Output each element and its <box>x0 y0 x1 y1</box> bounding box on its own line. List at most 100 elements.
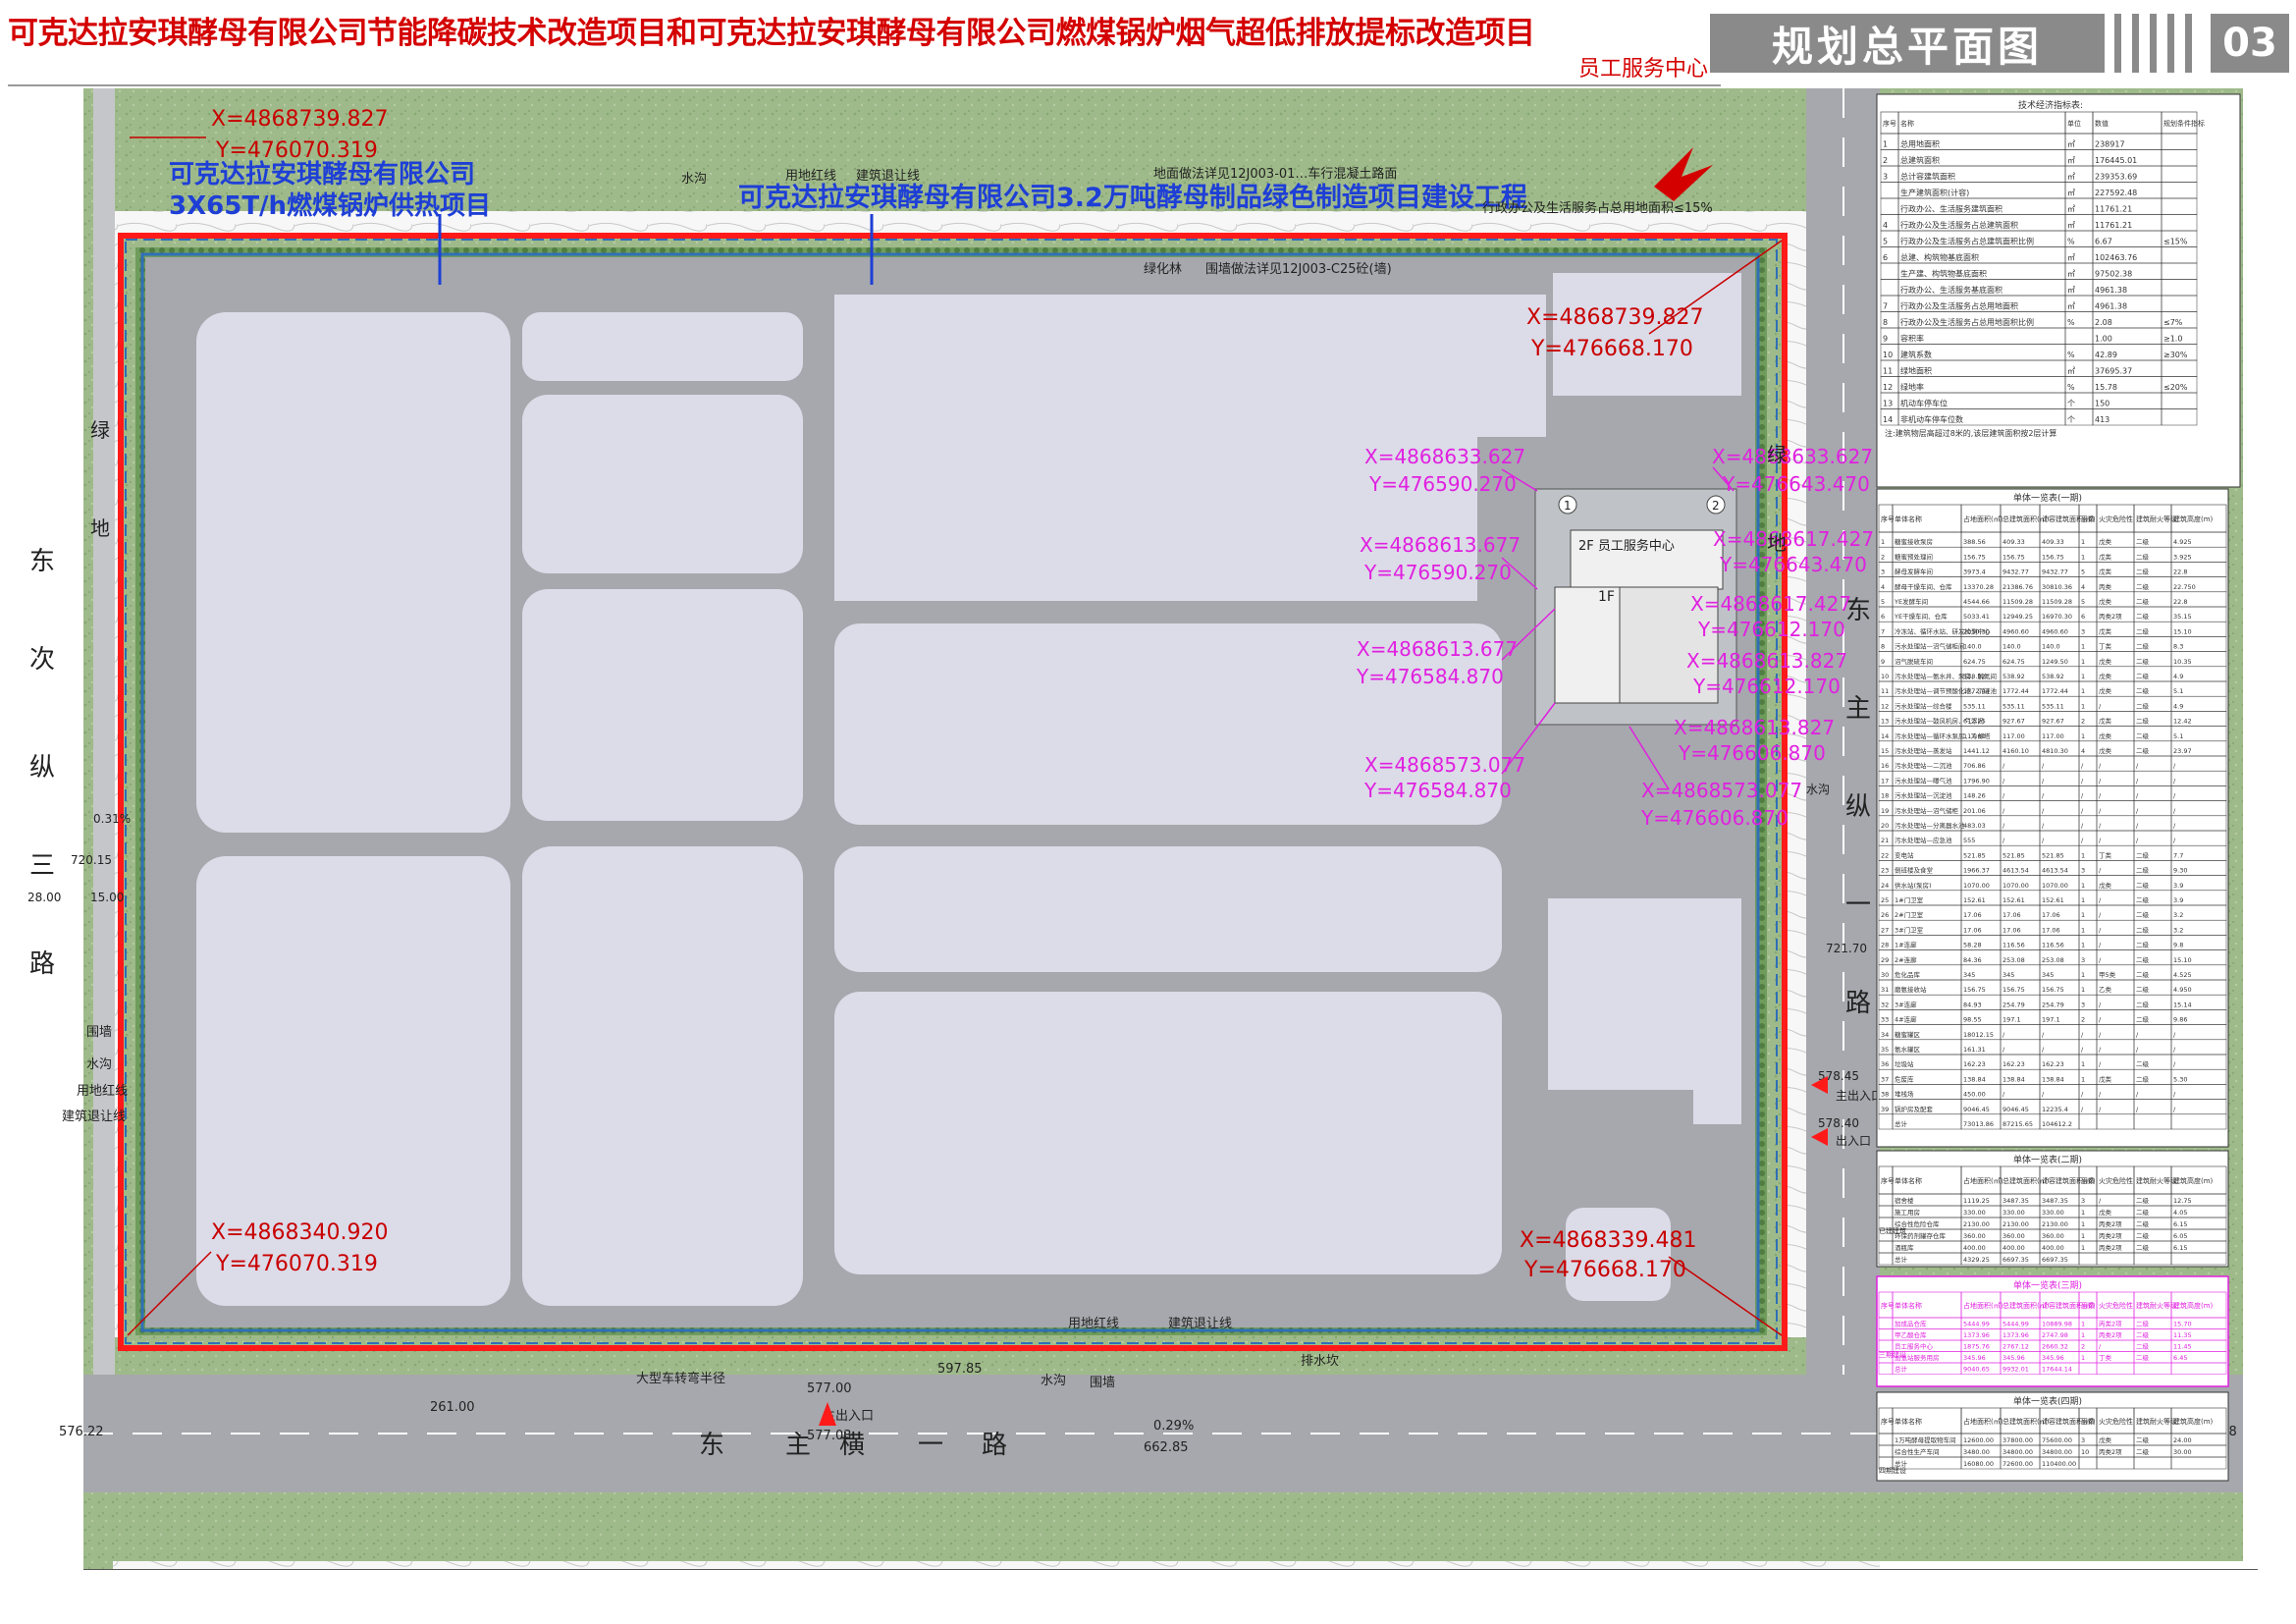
coordinate-x: X=4868339.481 <box>1520 1228 1696 1253</box>
table-value: 二级 <box>2136 582 2150 591</box>
slope-label: 0.29% <box>1153 1419 1194 1434</box>
table-value: 2 <box>1881 553 1885 561</box>
table-value: ≥1.0 <box>2163 335 2182 344</box>
table-value: 二级 <box>2136 568 2150 576</box>
table-value: 二级 <box>2136 612 2150 621</box>
table-value: 117.00 <box>2002 732 2025 740</box>
table-value: 87215.65 <box>2002 1120 2033 1128</box>
table-header: 单体名称 <box>1895 514 1922 523</box>
table-value: 706.86 <box>1963 762 1986 770</box>
table-value: 污水处理站—曝气池 <box>1895 776 1952 785</box>
table-value: 12.75 <box>2173 1197 2192 1205</box>
dimension-label: 15.00 <box>90 891 124 904</box>
table-value: 戊类 <box>2099 657 2112 666</box>
table-value: 污水处理站—应急池 <box>1895 836 1952 844</box>
table-value: 5 <box>2081 598 2085 606</box>
table-title: 单体一览表(二期) <box>2013 1154 2082 1165</box>
table-value: 污水处理站—综合楼 <box>1895 701 1952 710</box>
table-value: % <box>2067 238 2075 246</box>
table-header: 单体名称 <box>1895 1301 1922 1310</box>
table-value: 1 <box>2081 1209 2085 1217</box>
table-value: 17.06 <box>2042 911 2060 919</box>
table-value: 2 <box>2081 1343 2085 1351</box>
table-value: 612.25 <box>1963 718 1986 726</box>
table-value: 4.525 <box>2173 971 2192 979</box>
table-value: 31 <box>1881 986 1889 994</box>
table-value: 二级 <box>2136 866 2150 875</box>
table-value: ㎡ <box>2067 140 2075 149</box>
table-value: 15.10 <box>2173 627 2192 635</box>
table-value: 二级 <box>2136 1447 2150 1456</box>
table-value: 345.96 <box>2002 1354 2025 1362</box>
table-value: 22.8 <box>2173 598 2187 606</box>
table-value: 5444.99 <box>1963 1321 1990 1328</box>
table-value: 丙类2项 <box>2099 612 2122 621</box>
table-value: 239353.69 <box>2095 173 2137 182</box>
road-name-char: 次 <box>29 645 55 675</box>
table-value: 4.925 <box>2173 538 2192 546</box>
table-value: 20 <box>1881 822 1889 830</box>
table-header: 单体名称 <box>1895 1176 1922 1185</box>
table-value: 345 <box>1963 971 1975 979</box>
table-group-label: 三期建设 <box>1879 1350 1906 1359</box>
table-value: 34800.00 <box>2042 1448 2072 1456</box>
table-value: 7.7 <box>2173 851 2183 859</box>
table-value: 253.08 <box>2042 956 2064 964</box>
table-value: 二级 <box>2136 941 2150 949</box>
table-value: 110400.00 <box>2042 1460 2076 1468</box>
table-header: 单体名称 <box>1895 1417 1922 1426</box>
table-value: 360.00 <box>2042 1232 2064 1240</box>
table-value: 二级 <box>2136 925 2150 934</box>
table-value: 锅炉房及配套 <box>1895 1105 1934 1113</box>
table-header: 单位 <box>2067 119 2081 128</box>
table-value: 162.23 <box>2042 1060 2064 1068</box>
table-value: 11 <box>1883 367 1893 376</box>
table-value: 1 <box>2081 538 2085 546</box>
table-value: 绿地面积 <box>1900 366 1932 376</box>
table-value: 行政办公及生活服务占总建筑面积比例 <box>1900 237 2034 246</box>
table-header: 火灾危险性 <box>2099 514 2133 523</box>
table-value: 27 <box>1881 926 1889 934</box>
table-value: 10889.98 <box>2042 1321 2072 1328</box>
table-value: 2130.00 <box>1963 1220 1990 1228</box>
table-value: 总用地面积 <box>1900 139 1940 149</box>
plot-block <box>1566 1208 1671 1301</box>
table-value: 二级 <box>2136 746 2150 755</box>
dimension-label: 597.85 <box>937 1362 983 1377</box>
table-value: 6 <box>1881 613 1885 621</box>
table-value: 17644.14 <box>2042 1366 2072 1374</box>
table-value: 98.55 <box>1963 1016 1982 1024</box>
table-value: 34800.00 <box>2002 1448 2033 1456</box>
table-value: 二级 <box>2136 717 2150 726</box>
plot-block <box>1693 1090 1741 1124</box>
south-road-verge <box>83 1492 2243 1561</box>
coordinate-x: X=4868340.920 <box>211 1220 388 1245</box>
table-value: 7 <box>1881 627 1885 635</box>
table-value: 11.45 <box>2173 1343 2192 1351</box>
coordinate-y: Y=476668.170 <box>1523 1258 1686 1282</box>
table-value: 162.23 <box>1963 1060 1986 1068</box>
table-value: 1 <box>2081 911 2085 919</box>
table-value: 3.2 <box>2173 926 2183 934</box>
table-value: 总建、构筑物基底面积 <box>1900 252 1979 262</box>
table-value: 1 <box>2081 1331 2085 1339</box>
table-value: 二级 <box>2136 1243 2150 1252</box>
road-name-char: 路 <box>1845 989 1871 1018</box>
table-value: 6 <box>1883 253 1888 262</box>
table-value: 5 <box>1883 238 1888 246</box>
coordinate-y: Y=476584.870 <box>1356 665 1504 688</box>
plot-block <box>196 312 510 833</box>
table-value: ㎡ <box>2067 270 2075 279</box>
table-value: 409.33 <box>2002 538 2025 546</box>
road-name-char: 纵 <box>1845 792 1871 822</box>
coordinate-x: X=4868617.427 <box>1690 592 1851 616</box>
table-value: 140.0 <box>2042 643 2060 651</box>
dimension-label: 720.15 <box>71 853 112 867</box>
table-value: 1 <box>2081 896 2085 904</box>
coordinate-y: Y=476668.170 <box>1530 337 1693 361</box>
table-value: 152.61 <box>1963 896 1986 904</box>
table-value: 253.08 <box>2002 956 2025 964</box>
table-value: 二级 <box>2136 1342 2150 1351</box>
table-value: 3#门卫室 <box>1895 925 1924 934</box>
table-value: 1 <box>2081 1075 2085 1083</box>
